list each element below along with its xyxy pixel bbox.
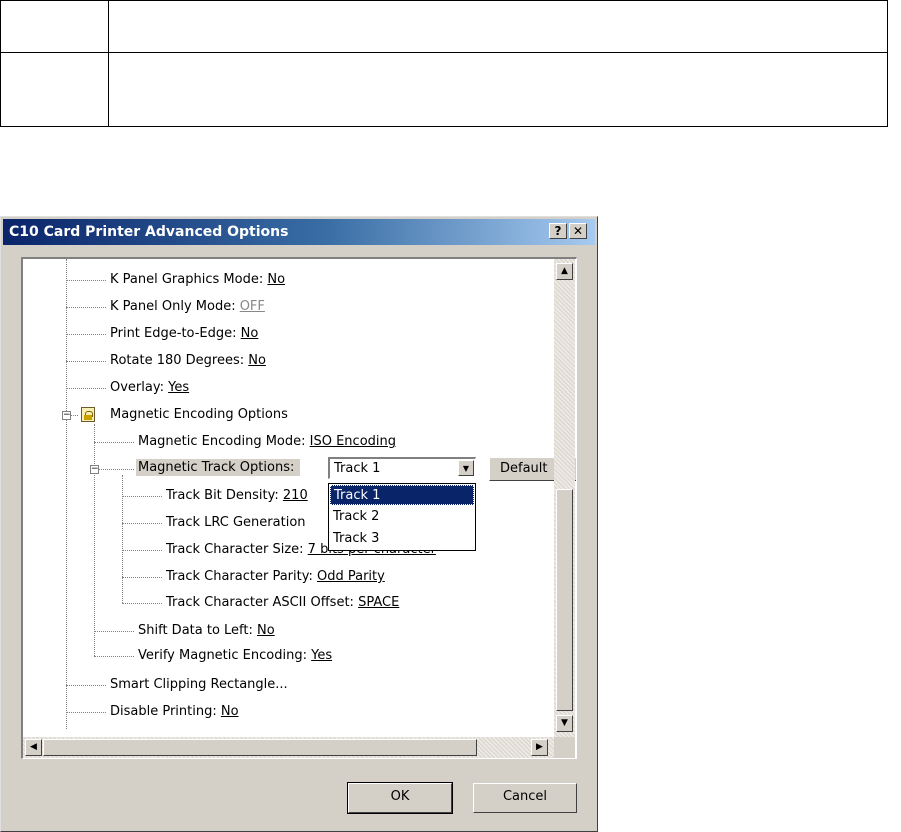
table-cell — [0, 52, 109, 127]
tree-item-disable-printing[interactable]: Disable Printing: No — [110, 704, 239, 720]
help-button[interactable]: ? — [549, 223, 567, 239]
tree-item-magnetic-encoding-mode[interactable]: Magnetic Encoding Mode: ISO Encoding — [138, 434, 396, 450]
tree-item-track-ascii-offset[interactable]: Track Character ASCII Offset: SPACE — [166, 595, 399, 611]
lock-icon — [81, 407, 95, 422]
tree-line — [66, 259, 67, 729]
track-dropdown-list: Track 1 Track 2 Track 3 — [328, 483, 476, 551]
tree-item-magnetic-encoding-options[interactable]: Magnetic Encoding Options — [110, 407, 288, 423]
scroll-down-icon[interactable]: ▼ — [556, 715, 573, 732]
tree-line — [66, 307, 106, 308]
dropdown-arrow-icon[interactable]: ▼ — [458, 460, 474, 476]
tree-line — [94, 442, 134, 443]
tree-item-track-character-parity[interactable]: Track Character Parity: Odd Parity — [166, 569, 385, 585]
tree-line — [122, 475, 123, 603]
track-option-2[interactable]: Track 2 — [330, 507, 474, 527]
tree-line — [122, 496, 162, 497]
tree-line — [66, 685, 106, 686]
tree-item-shift-data-left[interactable]: Shift Data to Left: No — [138, 623, 275, 639]
tree-item-rotate-180[interactable]: Rotate 180 Degrees: No — [110, 353, 266, 369]
tree-item-k-panel-graphics[interactable]: K Panel Graphics Mode: No — [110, 272, 285, 288]
tree-item-track-lrc-generation[interactable]: Track LRC Generation — [166, 515, 306, 531]
options-tree: − − K Panel Graphics Mode: No K Panel On… — [21, 257, 577, 759]
vertical-scroll-thumb[interactable] — [556, 489, 573, 711]
dialog-title: C10 Card Printer Advanced Options — [9, 224, 289, 240]
tree-item-overlay[interactable]: Overlay: Yes — [110, 380, 189, 396]
track-select-value: Track 1 — [334, 461, 381, 476]
tree-item-verify-magnetic-encoding[interactable]: Verify Magnetic Encoding: Yes — [138, 648, 332, 664]
track-option-3[interactable]: Track 3 — [330, 529, 474, 549]
scroll-right-icon[interactable]: ▶ — [531, 739, 548, 756]
tree-line — [94, 424, 95, 656]
horizontal-scroll-thumb[interactable] — [43, 739, 477, 756]
tree-item-track-bit-density[interactable]: Track Bit Density: 210 — [166, 488, 308, 504]
tree-line — [122, 577, 162, 578]
tree-line — [66, 712, 106, 713]
tree-item-print-edge[interactable]: Print Edge-to-Edge: No — [110, 326, 258, 342]
vertical-scrollbar[interactable]: ▲ ▼ — [554, 259, 575, 737]
tree-item-smart-clipping[interactable]: Smart Clipping Rectangle... — [110, 677, 288, 693]
collapse-magnetic-encoding-icon[interactable]: − — [62, 411, 71, 420]
ok-button[interactable]: OK — [347, 782, 453, 814]
tree-line — [122, 550, 162, 551]
tree-line — [94, 656, 134, 657]
scroll-left-icon[interactable]: ◀ — [25, 739, 42, 756]
tree-line — [122, 523, 162, 524]
advanced-options-dialog: C10 Card Printer Advanced Options ? ✕ − … — [0, 216, 598, 832]
tree-line — [66, 334, 106, 335]
table-cell — [0, 0, 109, 53]
title-bar[interactable]: C10 Card Printer Advanced Options ? ✕ — [3, 219, 595, 245]
collapse-track-options-icon[interactable]: − — [90, 465, 99, 474]
tree-line — [66, 361, 106, 362]
close-button[interactable]: ✕ — [569, 223, 587, 239]
tree-item-magnetic-track-options[interactable]: Magnetic Track Options: — [136, 459, 301, 476]
scrollbar-corner — [554, 737, 575, 758]
table-cell — [108, 0, 888, 53]
tree-line — [66, 388, 106, 389]
tree-line — [122, 603, 162, 604]
tree-item-k-panel-only[interactable]: K Panel Only Mode: OFF — [110, 299, 265, 315]
tree-line — [66, 280, 106, 281]
tree-line — [94, 469, 134, 470]
scroll-up-icon[interactable]: ▲ — [556, 263, 573, 280]
horizontal-scrollbar[interactable]: ◀ ▶ — [23, 737, 554, 758]
track-option-1[interactable]: Track 1 — [330, 485, 474, 505]
cancel-button[interactable]: Cancel — [473, 783, 577, 813]
table-cell — [108, 52, 888, 127]
document-table — [0, 0, 888, 127]
tree-line — [94, 631, 134, 632]
track-select[interactable]: Track 1 ▼ — [328, 457, 476, 479]
